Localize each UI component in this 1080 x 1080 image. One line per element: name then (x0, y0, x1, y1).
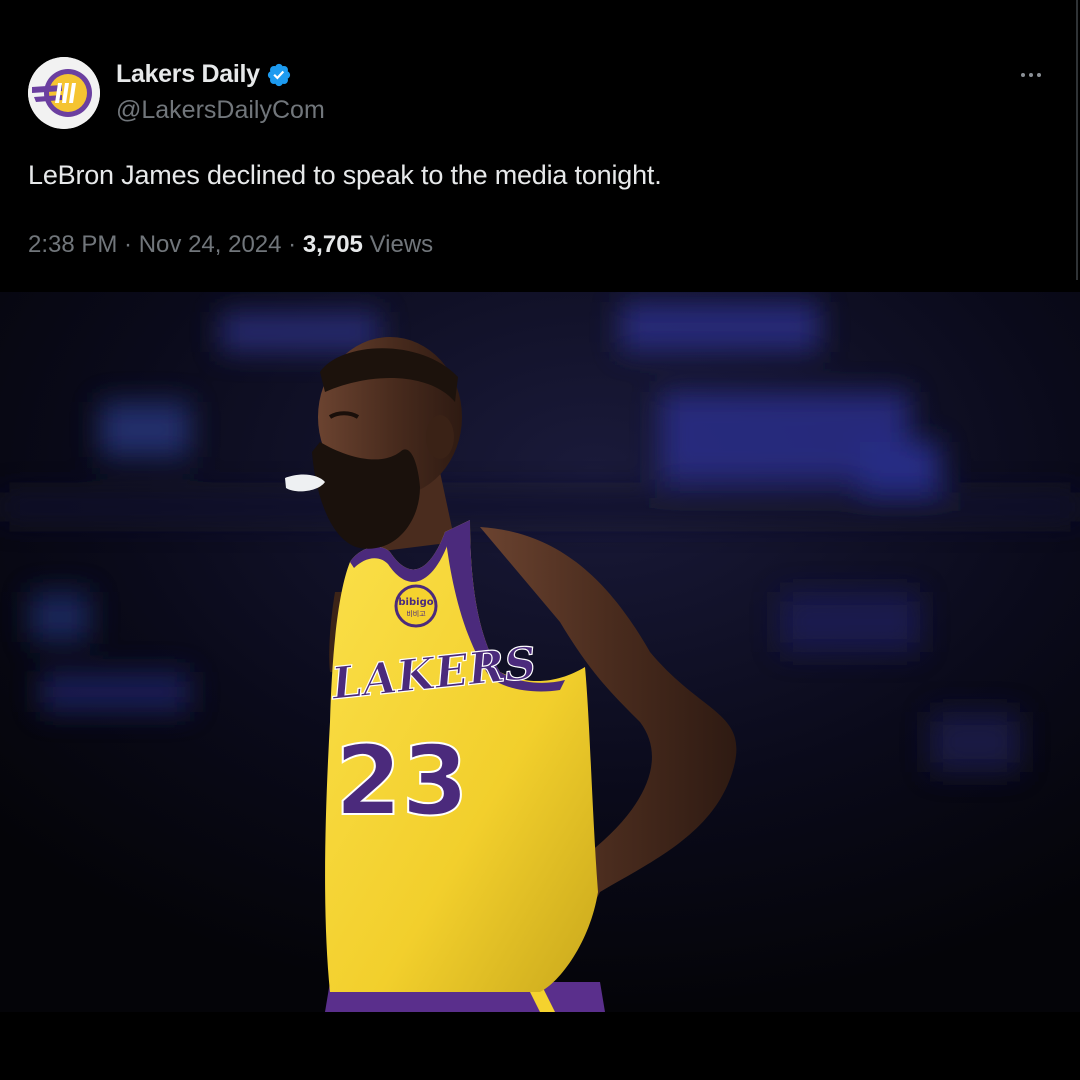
tweet-date[interactable]: Nov 24, 2024 (139, 231, 282, 259)
tweet-screenshot: Lakers Daily @LakersDailyCom LeBron Jame… (0, 0, 1080, 1080)
lakers-daily-logo-icon (28, 57, 100, 129)
views-count: 3,705 (302, 231, 363, 258)
views-label-text: Views (369, 231, 434, 258)
meta-separator: · (281, 231, 303, 258)
tweet-meta: 2:38 PM · Nov 24, 2024 · 3,705 Views (28, 231, 433, 259)
more-options-icon[interactable] (1012, 60, 1050, 90)
sponsor-patch-line1: bibigo (398, 597, 433, 608)
author-handle[interactable]: @LakersDailyCom (116, 96, 325, 125)
bottom-bar (0, 1012, 1080, 1080)
avatar[interactable] (28, 57, 100, 129)
tweet-card: Lakers Daily @LakersDailyCom LeBron Jame… (0, 0, 1076, 280)
meta-separator: · (117, 231, 139, 258)
views-label (363, 231, 370, 259)
tweet-time[interactable]: 2:38 PM (28, 231, 117, 259)
sponsor-patch-line2: 비비고 (406, 609, 426, 618)
tweet-text: LeBron James declined to speak to the me… (28, 160, 662, 190)
jersey-number-text: 23 (335, 725, 469, 837)
verified-badge-icon (266, 62, 292, 88)
author-name-row: Lakers Daily (116, 60, 292, 89)
divider (1076, 0, 1078, 280)
tweet-photo[interactable]: LAKERS 23 bibigo 비비고 (0, 292, 1080, 1012)
author-display-name[interactable]: Lakers Daily (116, 60, 260, 89)
